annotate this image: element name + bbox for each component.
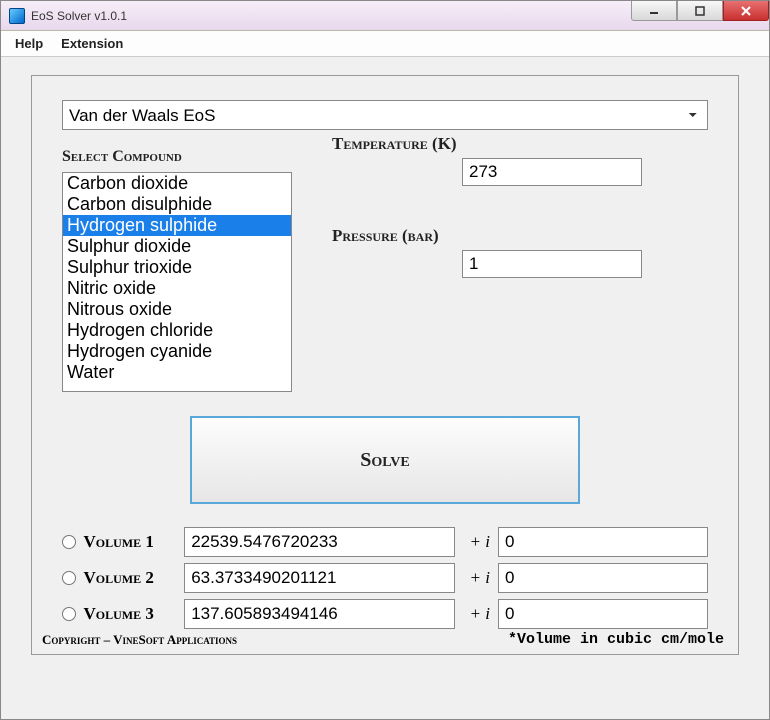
result-row: Volume 3 + i [62,596,708,632]
input-column: Temperature (K) Pressure (bar) [332,130,708,392]
compound-option[interactable]: Hydrogen chloride [63,320,291,341]
menu-help[interactable]: Help [15,36,43,51]
temperature-label: Temperature (K) [332,134,708,154]
eos-select[interactable]: Van der Waals EoS [62,100,708,130]
copyright-text: Copyright – VineSoft Applications [42,632,237,648]
plus-i-label: + i [463,568,490,588]
volume-real-input[interactable] [184,599,455,629]
app-icon [9,8,25,24]
volume-imag-input[interactable] [498,563,708,593]
plus-i-label: + i [463,604,490,624]
menubar: Help Extension [1,31,769,57]
close-button[interactable] [723,1,769,21]
volume-radio[interactable] [62,571,76,585]
unit-note: *Volume in cubic cm/mole [508,631,724,648]
content-area: Van der Waals EoS Select Compound Carbon… [1,57,769,719]
result-row: Volume 1 + i [62,524,708,560]
volume-imag-input[interactable] [498,599,708,629]
pressure-input[interactable] [462,250,642,278]
maximize-icon [695,6,705,16]
volume-imag-input[interactable] [498,527,708,557]
result-row: Volume 2 + i [62,560,708,596]
results-area: Volume 1 + i Volume 2 + i Volume 3 + i [62,524,708,632]
compound-option[interactable]: Water [63,362,291,383]
compound-option[interactable]: Hydrogen cyanide [63,341,291,362]
top-row: Select Compound Carbon dioxideCarbon dis… [62,130,708,392]
window-controls [631,1,769,21]
compound-option[interactable]: Carbon dioxide [63,173,291,194]
solve-button[interactable]: Solve [190,416,580,504]
pressure-label: Pressure (bar) [332,226,708,246]
compound-option[interactable]: Nitrous oxide [63,299,291,320]
compound-label: Select Compound [62,148,292,166]
compound-option[interactable]: Nitric oxide [63,278,291,299]
volume-label: Volume 1 [84,532,177,552]
compound-option[interactable]: Carbon disulphide [63,194,291,215]
plus-i-label: + i [463,532,490,552]
volume-label: Volume 2 [84,568,177,588]
volume-real-input[interactable] [184,527,455,557]
temperature-input[interactable] [462,158,642,186]
compound-option[interactable]: Sulphur dioxide [63,236,291,257]
minimize-icon [649,6,659,16]
maximize-button[interactable] [677,1,723,21]
menu-extension[interactable]: Extension [61,36,123,51]
compound-option[interactable]: Sulphur trioxide [63,257,291,278]
minimize-button[interactable] [631,1,677,21]
volume-radio[interactable] [62,535,76,549]
volume-radio[interactable] [62,607,76,621]
main-panel: Van der Waals EoS Select Compound Carbon… [31,75,739,655]
window-title: EoS Solver v1.0.1 [31,9,127,23]
titlebar: EoS Solver v1.0.1 [1,1,769,31]
compound-column: Select Compound Carbon dioxideCarbon dis… [62,130,292,392]
volume-label: Volume 3 [84,604,177,624]
app-window: EoS Solver v1.0.1 Help Extension Van der… [0,0,770,720]
volume-real-input[interactable] [184,563,455,593]
close-icon [741,6,751,16]
compound-option[interactable]: Hydrogen sulphide [63,215,291,236]
compound-listbox[interactable]: Carbon dioxideCarbon disulphideHydrogen … [62,172,292,392]
